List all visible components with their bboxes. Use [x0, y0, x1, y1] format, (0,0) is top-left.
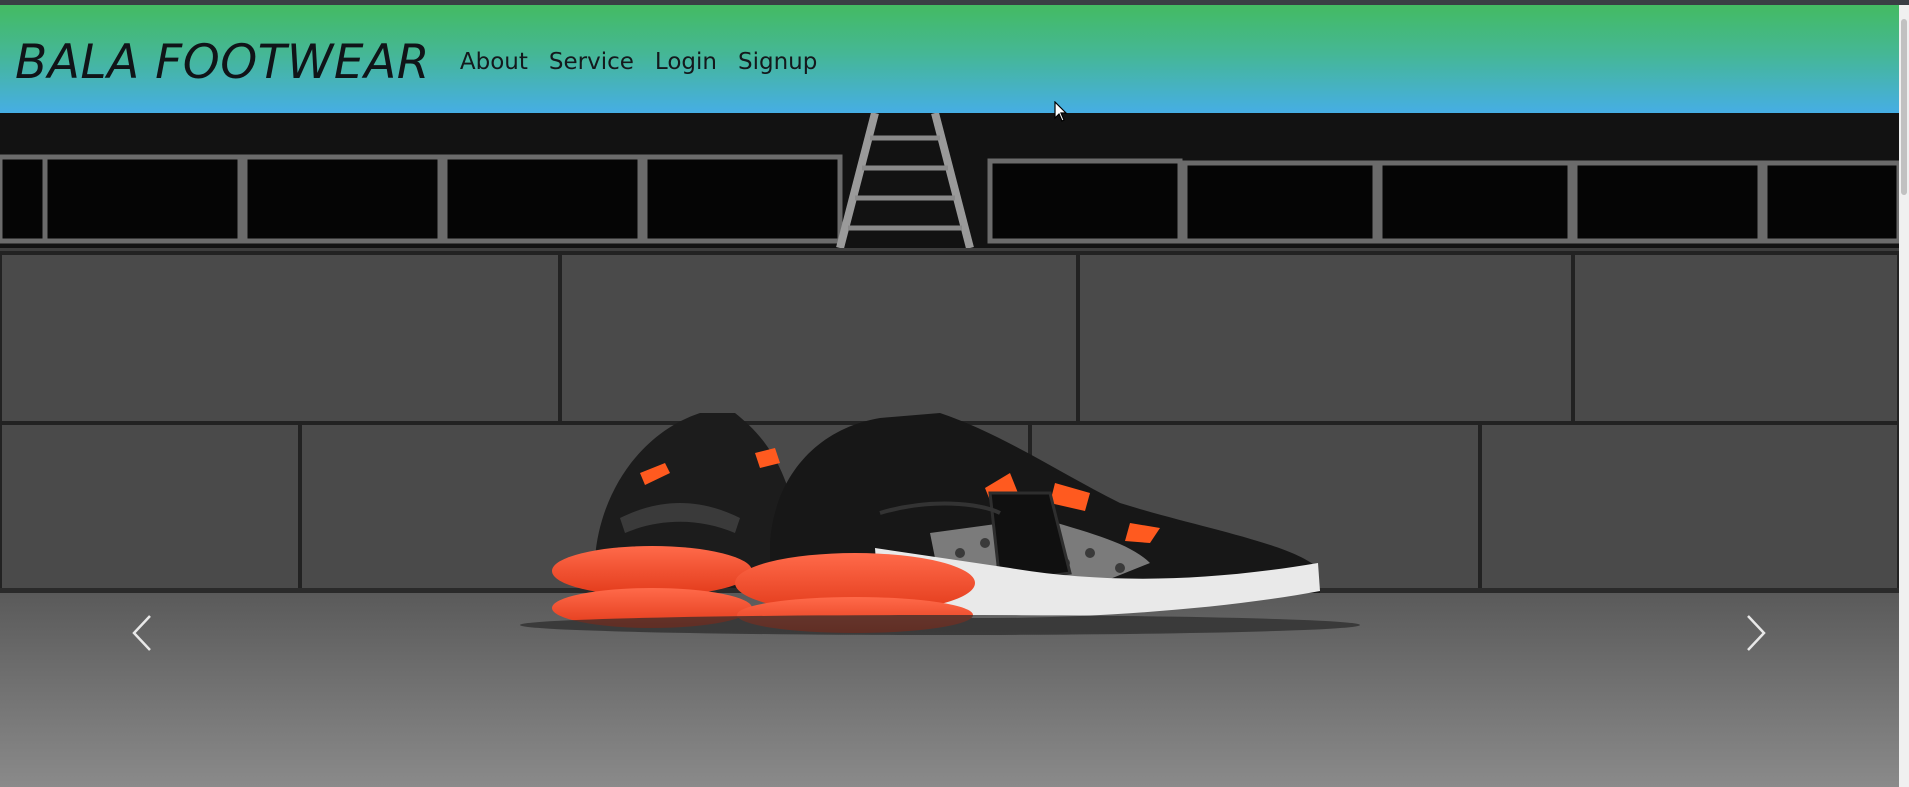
- chevron-left-icon: [131, 614, 153, 652]
- carousel-prev-button[interactable]: [117, 593, 167, 673]
- nav-link-service[interactable]: Service: [549, 49, 634, 75]
- mouse-cursor-icon: [1054, 100, 1068, 123]
- carousel-next-button[interactable]: [1731, 593, 1781, 673]
- page: BALA FOOTWEAR About Service Login Signup: [0, 0, 1909, 787]
- scrollbar-thumb[interactable]: [1901, 19, 1907, 195]
- nav-link-signup[interactable]: Signup: [738, 49, 817, 75]
- nav-link-about[interactable]: About: [460, 49, 528, 75]
- chevron-right-icon: [1745, 614, 1767, 652]
- page-scrollbar[interactable]: [1899, 5, 1909, 787]
- hero-carousel: [0, 113, 1899, 787]
- nav-links: About Service Login Signup: [460, 43, 817, 75]
- navbar: BALA FOOTWEAR About Service Login Signup: [0, 5, 1899, 113]
- nav-link-login[interactable]: Login: [655, 49, 717, 75]
- hero-image: [0, 113, 1899, 787]
- brand-logo[interactable]: BALA FOOTWEAR: [15, 33, 430, 86]
